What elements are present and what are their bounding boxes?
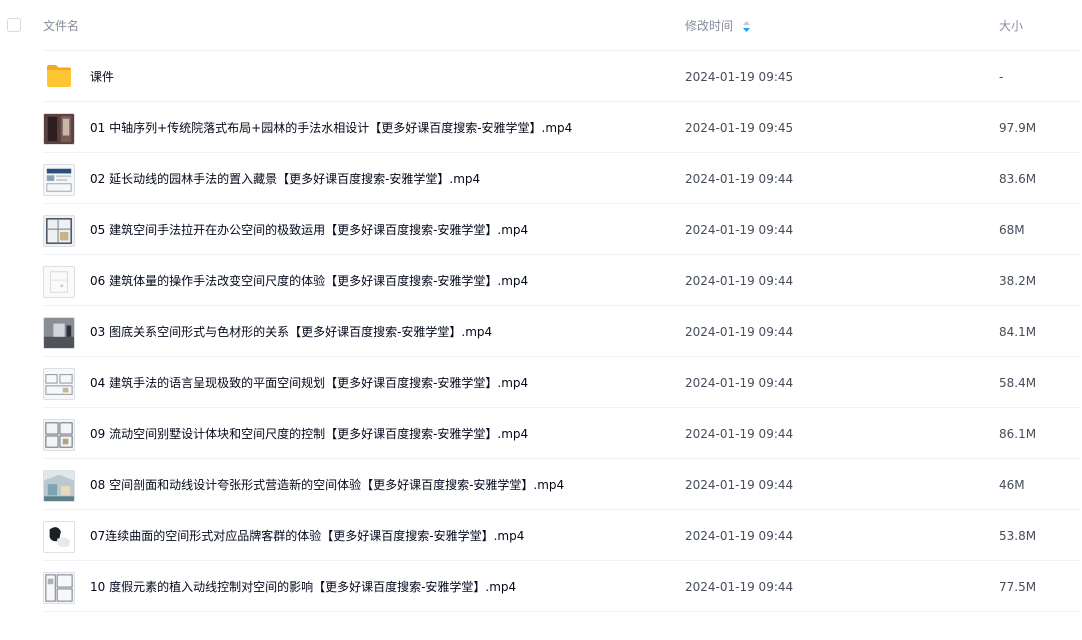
table-row[interactable]: 05 建筑空间手法拉开在办公空间的极致运用【更多好课百度搜索-安雅学堂】.mp4… bbox=[0, 204, 1082, 255]
file-name[interactable]: 09 流动空间别墅设计体块和空间尺度的控制【更多好课百度搜索-安雅学堂】.mp4 bbox=[90, 426, 528, 442]
select-all-checkbox[interactable] bbox=[7, 18, 21, 32]
file-modified-time: 2024-01-19 09:45 bbox=[685, 70, 794, 84]
file-modified-time: 2024-01-19 09:44 bbox=[685, 478, 794, 492]
table-row[interactable]: 09 流动空间别墅设计体块和空间尺度的控制【更多好课百度搜索-安雅学堂】.mp4… bbox=[0, 408, 1082, 459]
file-name[interactable]: 02 延长动线的园林手法的置入藏景【更多好课百度搜索-安雅学堂】.mp4 bbox=[90, 171, 480, 187]
file-name[interactable]: 03 图底关系空间形式与色材形的关系【更多好课百度搜索-安雅学堂】.mp4 bbox=[90, 324, 492, 340]
file-name[interactable]: 08 空间剖面和动线设计夸张形式营造新的空间体验【更多好课百度搜索-安雅学堂】.… bbox=[90, 477, 564, 493]
file-name[interactable]: 07连续曲面的空间形式对应品牌客群的体验【更多好课百度搜索-安雅学堂】.mp4 bbox=[90, 528, 524, 544]
file-size: 77.5M bbox=[999, 580, 1037, 594]
file-name[interactable]: 10 度假元素的植入动线控制对空间的影响【更多好课百度搜索-安雅学堂】.mp4 bbox=[90, 579, 516, 595]
file-name[interactable]: 06 建筑体量的操作手法改变空间尺度的体验【更多好课百度搜索-安雅学堂】.mp4 bbox=[90, 273, 528, 289]
file-modified-time: 2024-01-19 09:44 bbox=[685, 223, 794, 237]
file-size: 38.2M bbox=[999, 274, 1037, 288]
file-size: 83.6M bbox=[999, 172, 1037, 186]
sort-icon[interactable] bbox=[743, 21, 750, 32]
video-thumbnail bbox=[43, 368, 75, 400]
video-thumbnail bbox=[43, 266, 75, 298]
file-modified-time: 2024-01-19 09:44 bbox=[685, 427, 794, 441]
table-row[interactable]: 01 中轴序列+传统院落式布局+园林的手法水相设计【更多好课百度搜索-安雅学堂】… bbox=[0, 102, 1082, 153]
file-modified-time: 2024-01-19 09:44 bbox=[685, 172, 794, 186]
file-size: 46M bbox=[999, 478, 1025, 492]
file-size: 58.4M bbox=[999, 376, 1037, 390]
video-thumbnail bbox=[43, 470, 75, 502]
file-size: 84.1M bbox=[999, 325, 1037, 339]
table-row[interactable]: 02 延长动线的园林手法的置入藏景【更多好课百度搜索-安雅学堂】.mp4 202… bbox=[0, 153, 1082, 204]
table-row[interactable]: 课件 2024-01-19 09:45 - bbox=[0, 51, 1082, 102]
file-size: 53.8M bbox=[999, 529, 1037, 543]
file-name[interactable]: 04 建筑手法的语言呈现极致的平面空间规划【更多好课百度搜索-安雅学堂】.mp4 bbox=[90, 375, 528, 391]
file-list-table: 文件名 修改时间 大小 课件 2024-01-19 09:45 - 01 中轴序… bbox=[0, 0, 1082, 640]
table-row[interactable]: 08 空间剖面和动线设计夸张形式营造新的空间体验【更多好课百度搜索-安雅学堂】.… bbox=[0, 459, 1082, 510]
file-size: 97.9M bbox=[999, 121, 1037, 135]
file-name[interactable]: 01 中轴序列+传统院落式布局+园林的手法水相设计【更多好课百度搜索-安雅学堂】… bbox=[90, 120, 572, 136]
table-row[interactable]: 10 度假元素的植入动线控制对空间的影响【更多好课百度搜索-安雅学堂】.mp4 … bbox=[0, 561, 1082, 612]
video-thumbnail bbox=[43, 113, 75, 145]
file-modified-time: 2024-01-19 09:44 bbox=[685, 529, 794, 543]
file-size: - bbox=[999, 70, 1004, 84]
file-modified-time: 2024-01-19 09:44 bbox=[685, 325, 794, 339]
video-thumbnail bbox=[43, 572, 75, 604]
video-thumbnail bbox=[43, 317, 75, 349]
column-header-size[interactable]: 大小 bbox=[999, 18, 1023, 34]
file-size: 68M bbox=[999, 223, 1025, 237]
video-thumbnail bbox=[43, 521, 75, 553]
column-header-name[interactable]: 文件名 bbox=[43, 18, 79, 34]
table-row[interactable]: 06 建筑体量的操作手法改变空间尺度的体验【更多好课百度搜索-安雅学堂】.mp4… bbox=[0, 255, 1082, 306]
file-size: 86.1M bbox=[999, 427, 1037, 441]
video-thumbnail bbox=[43, 215, 75, 247]
table-row[interactable]: 07连续曲面的空间形式对应品牌客群的体验【更多好课百度搜索-安雅学堂】.mp4 … bbox=[0, 510, 1082, 561]
video-thumbnail bbox=[43, 164, 75, 196]
file-name[interactable]: 05 建筑空间手法拉开在办公空间的极致运用【更多好课百度搜索-安雅学堂】.mp4 bbox=[90, 222, 528, 238]
video-thumbnail bbox=[43, 419, 75, 451]
folder-icon bbox=[47, 65, 71, 87]
file-modified-time: 2024-01-19 09:44 bbox=[685, 274, 794, 288]
file-modified-time: 2024-01-19 09:45 bbox=[685, 121, 794, 135]
file-name[interactable]: 课件 bbox=[90, 69, 114, 85]
column-header-modified-time[interactable]: 修改时间 bbox=[685, 18, 733, 34]
file-modified-time: 2024-01-19 09:44 bbox=[685, 376, 794, 390]
table-header: 文件名 修改时间 大小 bbox=[0, 0, 1082, 51]
file-modified-time: 2024-01-19 09:44 bbox=[685, 580, 794, 594]
row-divider bbox=[43, 611, 1080, 612]
table-row[interactable]: 03 图底关系空间形式与色材形的关系【更多好课百度搜索-安雅学堂】.mp4 20… bbox=[0, 306, 1082, 357]
table-row[interactable]: 04 建筑手法的语言呈现极致的平面空间规划【更多好课百度搜索-安雅学堂】.mp4… bbox=[0, 357, 1082, 408]
